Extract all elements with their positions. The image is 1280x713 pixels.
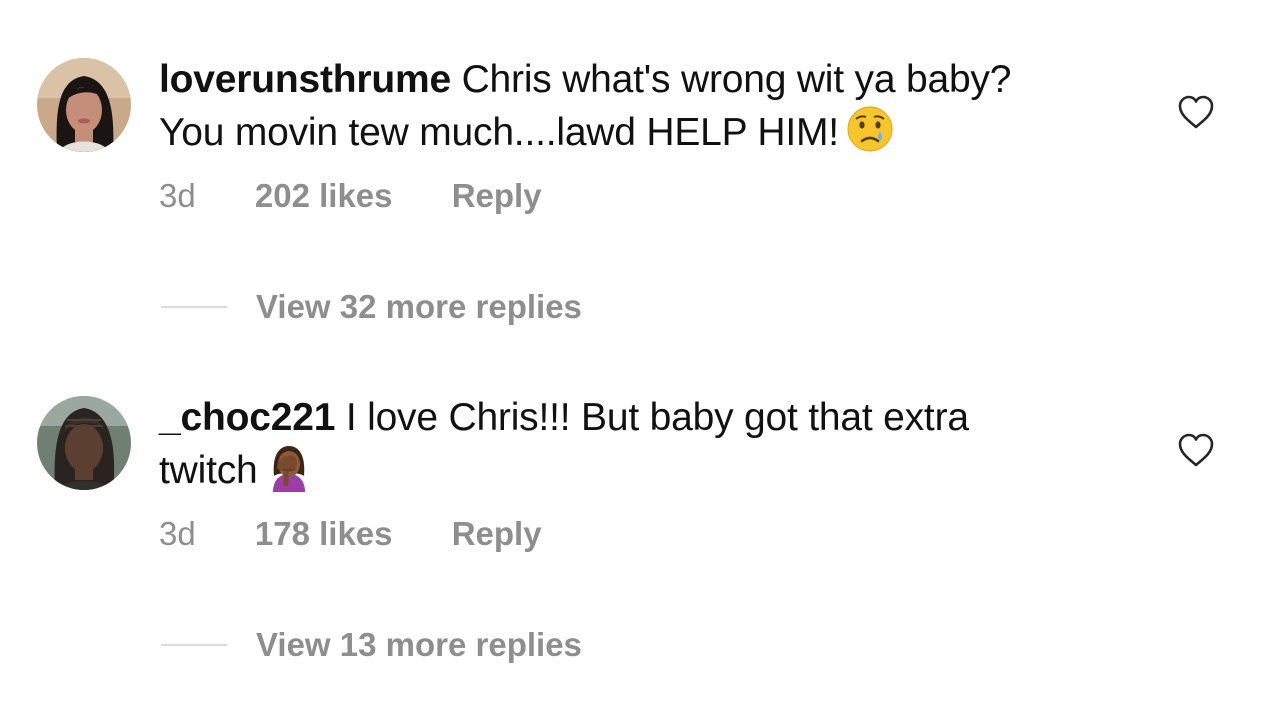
view-replies-label[interactable]: View 13 more replies bbox=[256, 626, 582, 664]
replies-divider bbox=[161, 644, 227, 646]
woman-facepalming-icon bbox=[264, 442, 314, 492]
comment-time: 3d bbox=[159, 177, 196, 214]
comment-username[interactable]: loverunsthrume bbox=[159, 58, 451, 101]
reply-button[interactable]: Reply bbox=[452, 176, 542, 216]
reply-button[interactable]: Reply bbox=[452, 514, 542, 554]
heart-outline-icon[interactable] bbox=[1177, 432, 1215, 468]
comment-meta: 3d 202 likes Reply bbox=[159, 176, 542, 216]
view-more-replies[interactable]: View 32 more replies bbox=[161, 285, 582, 329]
comment-meta: 3d 178 likes Reply bbox=[159, 514, 542, 554]
view-replies-label[interactable]: View 32 more replies bbox=[256, 288, 582, 326]
replies-divider bbox=[161, 306, 227, 308]
comment-body-line1: Chris what's wrong wit ya baby? bbox=[461, 58, 1012, 101]
comment-likes-count[interactable]: 202 likes bbox=[255, 176, 393, 216]
heart-outline-icon[interactable] bbox=[1177, 94, 1215, 130]
comment-text: _choc221 I love Chris!!! But baby got th… bbox=[159, 394, 1139, 495]
comment-text: loverunsthrume Chris what's wrong wit ya… bbox=[159, 56, 1139, 157]
comment-body-line2: You movin tew much....lawd HELP HIM! bbox=[159, 111, 839, 154]
comment-time: 3d bbox=[159, 515, 196, 552]
crying-face-icon bbox=[845, 104, 895, 154]
comment-likes-count[interactable]: 178 likes bbox=[255, 514, 393, 554]
view-more-replies[interactable]: View 13 more replies bbox=[161, 623, 582, 667]
comment-username[interactable]: _choc221 bbox=[159, 396, 335, 439]
comment-body-line2: twitch bbox=[159, 449, 258, 492]
avatar[interactable] bbox=[37, 58, 131, 152]
comment-body-line1: I love Chris!!! But baby got that extra bbox=[345, 396, 969, 439]
avatar[interactable] bbox=[37, 396, 131, 490]
